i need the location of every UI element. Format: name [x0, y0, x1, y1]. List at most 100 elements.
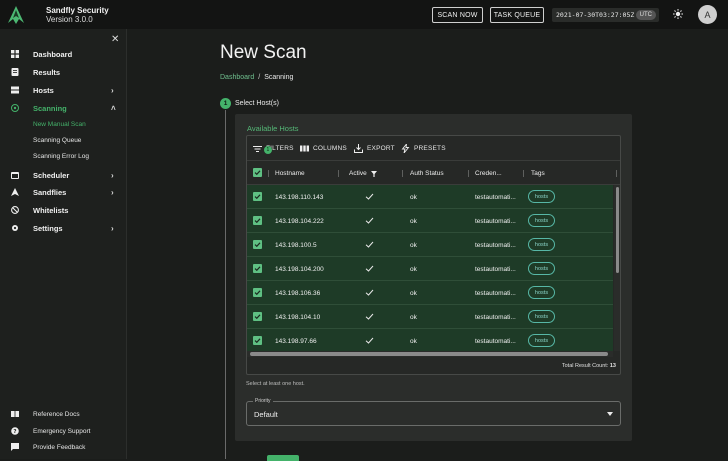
horizontal-scrollbar[interactable]	[247, 351, 613, 357]
chevron-right-icon: ›	[111, 170, 114, 180]
column-header-tags[interactable]: Tags	[531, 170, 545, 177]
chevron-up-icon: ˄	[111, 103, 116, 113]
cell-auth-status: ok	[410, 290, 417, 297]
select-all-checkbox[interactable]	[253, 168, 262, 177]
table-row[interactable]: 143.198.104.222 ok testautomati... hosts	[247, 209, 613, 233]
tag-chip[interactable]: hosts	[528, 334, 555, 347]
cell-hostname: 143.198.100.5	[275, 242, 317, 249]
cell-auth-status: ok	[410, 218, 417, 225]
sidebar-item-results[interactable]: Results	[0, 64, 127, 80]
column-separator[interactable]	[616, 170, 617, 177]
total-result-count: Total Result Count: 13	[562, 363, 616, 369]
continue-button[interactable]	[267, 455, 299, 461]
columns-button[interactable]: COLUMNS	[300, 144, 347, 153]
column-separator[interactable]	[468, 170, 469, 177]
chevron-right-icon: ›	[111, 85, 114, 95]
tag-chip[interactable]: hosts	[528, 190, 555, 203]
row-checkbox[interactable]	[253, 264, 262, 273]
export-button[interactable]: EXPORT	[354, 144, 395, 153]
table-row[interactable]: 143.198.100.5 ok testautomati... hosts	[247, 233, 613, 257]
sidebar-item-label: Settings	[33, 223, 63, 233]
sidebar-subitem-new-manual-scan[interactable]: New Manual Scan	[33, 121, 86, 128]
row-checkbox[interactable]	[253, 192, 262, 201]
results-icon	[11, 68, 19, 76]
sidebar-item-scheduler[interactable]: Scheduler ›	[0, 167, 127, 183]
breadcrumb-current: Scanning	[264, 74, 294, 81]
footer-link-reference-docs[interactable]: Reference Docs	[0, 408, 127, 420]
footer-link-emergency-support[interactable]: ? Emergency Support	[0, 425, 127, 437]
footer-link-provide-feedback[interactable]: Provide Feedback	[0, 441, 127, 453]
sidebar-item-label: Results	[33, 67, 61, 77]
total-count-label: Total Result Count:	[561, 363, 609, 369]
sidebar-item-sandflies[interactable]: Sandflies ›	[0, 184, 127, 200]
cell-auth-status: ok	[410, 314, 417, 321]
close-sidebar-icon[interactable]: ✕	[111, 34, 119, 45]
export-icon	[354, 144, 363, 153]
grid-toolbar: FILTERS 1 COLUMNS EXPORT PRESETS	[247, 136, 620, 160]
vertical-scrollbar[interactable]	[614, 185, 620, 351]
filters-button[interactable]: FILTERS 1	[253, 144, 294, 154]
column-separator[interactable]	[523, 170, 524, 177]
sidebar-subitem-scanning-queue[interactable]: Scanning Queue	[33, 137, 81, 144]
filter-count-badge: 1	[264, 146, 272, 154]
row-checkbox[interactable]	[253, 240, 262, 249]
row-checkbox[interactable]	[253, 288, 262, 297]
sidebar-item-scanning[interactable]: Scanning ˄	[0, 100, 127, 116]
breadcrumb-link-dashboard[interactable]: Dashboard	[220, 74, 254, 81]
scrollbar-thumb[interactable]	[616, 187, 619, 273]
tag-chip[interactable]: hosts	[528, 310, 555, 323]
table-row[interactable]: 143.198.97.66 ok testautomati... hosts	[247, 329, 613, 351]
tag-chip[interactable]: hosts	[528, 214, 555, 227]
table-row[interactable]: 143.198.104.10 ok testautomati... hosts	[247, 305, 613, 329]
column-separator[interactable]	[268, 170, 269, 177]
column-header-auth-status[interactable]: Auth Status	[410, 170, 444, 177]
scrollbar-thumb[interactable]	[250, 352, 608, 356]
active-check-icon	[365, 337, 374, 344]
cell-credentials: testautomati...	[475, 218, 516, 225]
step-label: Select Host(s)	[235, 100, 279, 107]
cell-auth-status: ok	[410, 338, 417, 345]
table-row[interactable]: 143.198.110.143 ok testautomati... hosts	[247, 185, 613, 209]
row-checkbox[interactable]	[253, 336, 262, 345]
scheduler-icon	[11, 172, 19, 179]
dashboard-icon	[11, 50, 19, 58]
column-separator[interactable]	[338, 170, 339, 177]
column-header-credentials[interactable]: Creden...	[475, 170, 502, 177]
task-queue-button[interactable]: TASK QUEUE	[490, 7, 544, 23]
sidebar-item-settings[interactable]: Settings ›	[0, 220, 127, 236]
row-checkbox[interactable]	[253, 312, 262, 321]
cell-auth-status: ok	[410, 266, 417, 273]
cell-auth-status: ok	[410, 194, 417, 201]
user-avatar[interactable]: A	[698, 5, 717, 24]
feedback-icon	[11, 443, 19, 451]
theme-toggle-sun-icon[interactable]	[673, 9, 683, 19]
sidebar-item-label: Whitelists	[33, 205, 69, 215]
tag-chip[interactable]: hosts	[528, 262, 555, 275]
sidebar-item-label: Sandflies	[33, 187, 67, 197]
scan-now-button[interactable]: SCAN NOW	[432, 7, 483, 23]
footer-link-label: Emergency Support	[33, 427, 91, 435]
sidebar-subitem-scanning-error-log[interactable]: Scanning Error Log	[33, 153, 89, 160]
column-header-hostname[interactable]: Hostname	[275, 170, 305, 177]
table-row[interactable]: 143.198.104.200 ok testautomati... hosts	[247, 257, 613, 281]
tag-chip[interactable]: hosts	[528, 286, 555, 299]
sidebar-item-hosts[interactable]: Hosts ›	[0, 82, 127, 98]
table-row[interactable]: 143.198.106.36 ok testautomati... hosts	[247, 281, 613, 305]
tag-chip[interactable]: hosts	[528, 238, 555, 251]
brand: Sandfly Security Version 3.0.0	[46, 6, 109, 24]
total-count-value: 13	[609, 363, 616, 369]
svg-text:?: ?	[13, 429, 16, 435]
card-title: Available Hosts	[247, 124, 299, 133]
sidebar-item-dashboard[interactable]: Dashboard	[0, 46, 127, 62]
row-checkbox[interactable]	[253, 216, 262, 225]
priority-select[interactable]: Priority Default	[246, 398, 621, 426]
checkmark-icon	[254, 194, 261, 200]
sidebar-item-whitelists[interactable]: Whitelists	[0, 202, 127, 218]
presets-button[interactable]: PRESETS	[401, 144, 446, 153]
book-icon	[11, 411, 19, 417]
cell-hostname: 143.198.104.222	[275, 218, 324, 225]
column-separator[interactable]	[402, 170, 403, 177]
checkmark-icon	[254, 170, 261, 176]
cell-credentials: testautomati...	[475, 242, 516, 249]
column-header-active[interactable]: Active	[349, 170, 367, 177]
